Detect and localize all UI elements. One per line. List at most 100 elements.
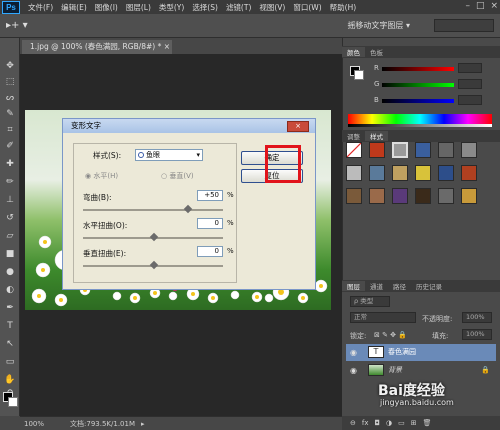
radio-vertical[interactable]: ○ 垂直(V) <box>161 171 194 181</box>
style-swatch[interactable] <box>438 165 454 181</box>
crop-tool-icon[interactable]: ⌗ <box>4 124 16 136</box>
style-swatch[interactable] <box>438 188 454 204</box>
background-color-swatch[interactable] <box>8 397 18 407</box>
eye-icon[interactable]: ◉ <box>350 362 357 379</box>
channel-r-input[interactable] <box>458 63 482 73</box>
minimize-icon[interactable]: – <box>465 1 470 11</box>
doc-info[interactable]: 文档:793.5K/1.01M <box>70 419 135 429</box>
history-brush-icon[interactable]: ↺ <box>4 212 16 224</box>
style-swatch[interactable] <box>369 188 385 204</box>
shape-tool-icon[interactable]: ▭ <box>4 356 16 368</box>
adjust-icon[interactable]: ◑ <box>386 419 392 427</box>
blur-tool-icon[interactable]: ● <box>4 266 16 278</box>
layer-filter-dropdown[interactable]: ρ 类型 <box>350 296 390 307</box>
maximize-icon[interactable]: □ <box>476 1 485 11</box>
style-swatch[interactable] <box>346 142 362 158</box>
stamp-tool-icon[interactable]: ⊥ <box>4 194 16 206</box>
quick-select-tool-icon[interactable]: ✎ <box>4 108 16 120</box>
document-tab[interactable]: 1.jpg @ 100% (春色满园, RGB/8#) * × <box>22 40 172 54</box>
style-swatch[interactable] <box>369 142 385 158</box>
tab-paths[interactable]: 路径 <box>388 281 411 291</box>
tab-styles[interactable]: 样式 <box>365 131 388 141</box>
style-swatch[interactable] <box>461 188 477 204</box>
healing-tool-icon[interactable]: ✚ <box>4 158 16 170</box>
pen-tool-icon[interactable]: ✒ <box>4 302 16 314</box>
blend-mode-dropdown[interactable]: 正常 <box>350 312 416 323</box>
workspace-switcher[interactable] <box>434 19 494 32</box>
menu-filter[interactable]: 滤镜(T) <box>226 2 251 13</box>
menu-image[interactable]: 图像(I) <box>95 2 118 13</box>
lock-icons[interactable]: ⊠ ✎ ✥ 🔒 <box>374 331 407 339</box>
folder-icon[interactable]: ▭ <box>398 419 405 427</box>
style-swatch[interactable] <box>369 165 385 181</box>
styles-grid <box>346 142 494 206</box>
channel-r-slider[interactable] <box>382 67 454 71</box>
dodge-tool-icon[interactable]: ◐ <box>4 284 16 296</box>
tab-adjustments[interactable]: 调整 <box>342 131 365 141</box>
mask-icon[interactable]: ◘ <box>374 419 380 427</box>
style-swatch[interactable] <box>346 188 362 204</box>
eyedropper-tool-icon[interactable]: ✐ <box>4 140 16 152</box>
channel-g-input[interactable] <box>458 79 482 89</box>
move-tool-icon[interactable]: ✥ <box>4 60 16 72</box>
hdistort-input[interactable]: 0 <box>197 218 223 229</box>
bend-slider-track[interactable] <box>83 209 223 211</box>
style-swatch[interactable] <box>461 142 477 158</box>
link-icon[interactable]: ⊖ <box>350 419 356 427</box>
style-swatch[interactable] <box>346 165 362 181</box>
style-swatch[interactable] <box>415 188 431 204</box>
menu-layer[interactable]: 图层(L) <box>126 2 151 13</box>
type-tool-icon[interactable]: T <box>4 320 16 332</box>
menu-window[interactable]: 窗口(W) <box>293 2 321 13</box>
brush-tool-icon[interactable]: ✏ <box>4 176 16 188</box>
radio-horizontal[interactable]: ◉ 水平(H) <box>85 171 118 181</box>
style-swatch[interactable] <box>392 165 408 181</box>
style-swatch[interactable] <box>392 142 408 158</box>
gradient-tool-icon[interactable]: ■ <box>4 248 16 260</box>
tab-history[interactable]: 历史记录 <box>411 281 447 291</box>
menu-select[interactable]: 选择(S) <box>192 2 218 13</box>
new-layer-icon[interactable]: ⊞ <box>411 419 417 427</box>
menu-type[interactable]: 类型(Y) <box>159 2 184 13</box>
close-icon[interactable]: × <box>490 1 498 11</box>
style-swatch[interactable] <box>415 165 431 181</box>
vdistort-input[interactable]: 0 <box>197 246 223 257</box>
menu-file[interactable]: 文件(F) <box>28 2 53 13</box>
style-swatch[interactable] <box>461 165 477 181</box>
lasso-tool-icon[interactable]: ᔕ <box>4 92 16 104</box>
color-spectrum[interactable] <box>348 114 492 124</box>
grayscale-ramp[interactable] <box>348 124 492 127</box>
zoom-level[interactable]: 100% <box>24 420 44 428</box>
tool-preset-picker[interactable]: ▸+ ▾ <box>6 20 28 31</box>
layer-row-text[interactable]: ◉ T 春色满园 <box>346 344 496 361</box>
style-dropdown[interactable]: 鱼眼 ▾ <box>135 149 203 161</box>
bend-input[interactable]: +50 <box>197 190 223 201</box>
color-panel-bg-swatch[interactable] <box>354 70 364 80</box>
menu-help[interactable]: 帮助(H) <box>330 2 357 13</box>
channel-b-slider[interactable] <box>382 99 454 103</box>
trash-icon[interactable]: 🗑 <box>423 419 432 427</box>
fill-input[interactable]: 100% <box>462 329 492 340</box>
layer-row-background[interactable]: ◉ 背景 🔒 <box>346 362 496 379</box>
menu-view[interactable]: 视图(V) <box>259 2 285 13</box>
dialog-close-button[interactable]: × <box>287 121 309 132</box>
tab-swatches[interactable]: 色板 <box>365 47 388 57</box>
channel-b-input[interactable] <box>458 95 482 105</box>
fx-icon[interactable]: fx <box>362 419 369 427</box>
tab-channels[interactable]: 通道 <box>365 281 388 291</box>
hand-tool-icon[interactable]: ✋ <box>4 374 16 386</box>
eraser-tool-icon[interactable]: ▱ <box>4 230 16 242</box>
eye-icon[interactable]: ◉ <box>350 344 357 361</box>
tab-color[interactable]: 颜色 <box>342 47 365 57</box>
workspace-label[interactable]: 摇移动文字图层 ▾ <box>347 20 410 31</box>
path-select-icon[interactable]: ↖ <box>4 338 16 350</box>
style-swatch[interactable] <box>392 188 408 204</box>
style-swatch[interactable] <box>438 142 454 158</box>
tab-layers[interactable]: 图层 <box>342 281 365 291</box>
opacity-input[interactable]: 100% <box>462 312 492 323</box>
menu-edit[interactable]: 编辑(E) <box>61 2 87 13</box>
style-swatch[interactable] <box>415 142 431 158</box>
marquee-tool-icon[interactable]: ⬚ <box>4 76 16 88</box>
channel-g-slider[interactable] <box>382 83 454 87</box>
status-arrow-icon[interactable]: ▸ <box>141 420 145 428</box>
